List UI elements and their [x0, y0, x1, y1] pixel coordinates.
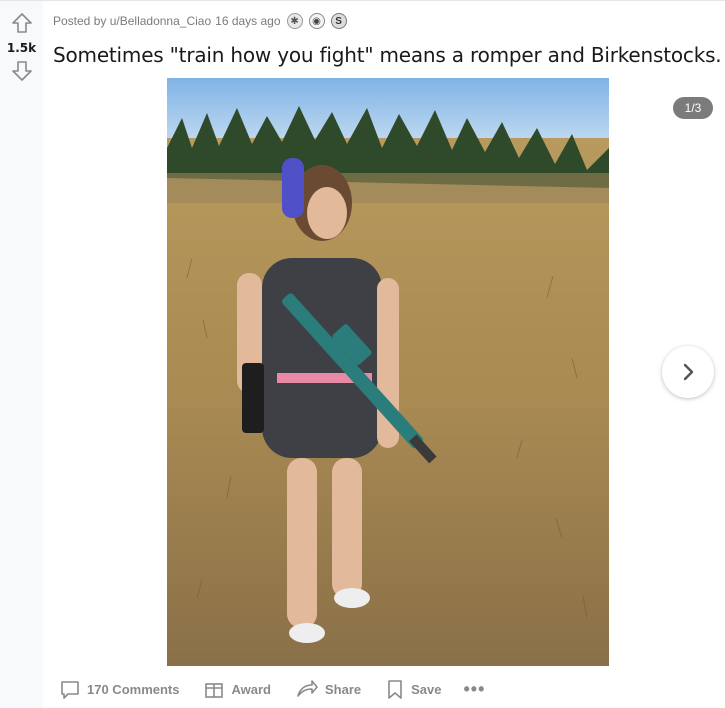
gallery-image[interactable] [167, 78, 609, 666]
awards-row[interactable]: ✱ ◉ S [286, 13, 347, 29]
chevron-right-icon [683, 363, 694, 381]
post-meta: Posted by u/Belladonna_Ciao 16 days ago … [53, 13, 347, 29]
posted-by-label: Posted by [53, 14, 107, 28]
share-label: Share [324, 681, 362, 697]
comment-icon [59, 678, 81, 700]
vote-column: 1.5k [0, 1, 43, 708]
gift-icon [203, 678, 225, 700]
more-options-button[interactable]: ••• [460, 675, 490, 703]
post-card: 1.5k Posted by u/Belladonna_Ciao 16 days… [0, 0, 725, 708]
share-arrow-icon [295, 678, 319, 700]
post-timestamp[interactable]: 16 days ago [215, 14, 280, 28]
share-button[interactable]: Share [289, 675, 367, 703]
post-actions-bar: 170 Comments Award Share Save ••• [53, 675, 489, 703]
comments-label: 170 Comments [87, 681, 180, 697]
award-button[interactable]: Award [197, 675, 277, 703]
upvote-arrow-icon [11, 13, 32, 33]
save-label: Save [411, 681, 442, 697]
gallery-counter: 1/3 [673, 97, 713, 119]
downvote-arrow-icon [11, 61, 32, 81]
photo-canvas [167, 78, 609, 666]
bookmark-icon [385, 678, 405, 700]
award-icon: S [330, 13, 347, 29]
vote-count: 1.5k [6, 41, 37, 55]
post-title[interactable]: Sometimes "train how you fight" means a … [53, 43, 722, 67]
award-label: Award [231, 681, 271, 697]
award-icon: ◉ [308, 13, 325, 29]
gallery-next-button[interactable] [662, 346, 714, 398]
upvote-button[interactable] [10, 11, 34, 35]
post-content: Posted by u/Belladonna_Ciao 16 days ago … [43, 1, 725, 708]
author-link[interactable]: u/Belladonna_Ciao [110, 14, 211, 28]
comments-button[interactable]: 170 Comments [53, 675, 185, 703]
downvote-button[interactable] [10, 59, 34, 83]
award-icon: ✱ [286, 13, 303, 29]
save-button[interactable]: Save [379, 675, 447, 703]
